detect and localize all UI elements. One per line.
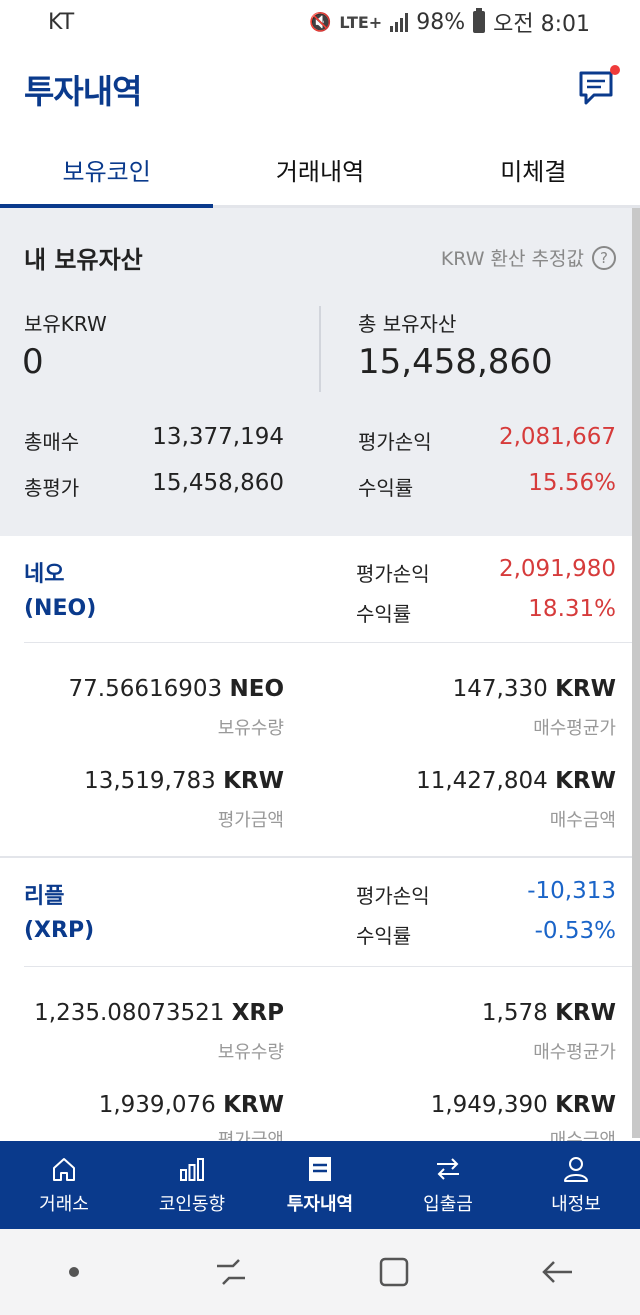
app-header: 투자내역 [0,44,640,134]
mute-icon: 🔇 [308,11,332,33]
coin-rate-value: -0.53% [534,918,616,944]
total-eval-label: 총평가 [24,476,80,500]
nav-label: 내정보 [551,1194,601,1215]
list-icon [309,1157,331,1181]
battery-percent: 98% [416,9,466,35]
bar-chart-icon [180,1158,204,1181]
transfer-icon [437,1158,459,1180]
asset-summary: 내 보유자산 KRW 환산 추정값 ? 보유KRW 0 총 보유자산 15,45… [0,208,632,536]
scrollbar[interactable] [632,208,640,1138]
help-icon[interactable]: ? [592,245,616,270]
back-icon[interactable] [540,1256,576,1288]
coin-name: 네오 (NEO) [24,558,96,626]
coin-card-neo[interactable]: 네오 (NEO) 평가손익 2,091,980 수익률 18.31% 77.56… [0,536,632,858]
status-indicators: 🔇 LTE+ 98% 오전 8:01 [309,6,590,38]
avg-buy-price: 147,330 KRW [452,676,616,702]
coin-pl-value: -10,313 [527,878,616,904]
avg-buy-price-label: 매수평균가 [533,1042,616,1063]
battery-icon [473,8,486,33]
avg-buy-price-label: 매수평균가 [533,718,616,739]
coin-rate-label: 수익률 [356,602,412,626]
nav-label: 거래소 [39,1194,89,1215]
nav-label: 투자내역 [286,1194,354,1215]
user-icon [564,1157,588,1182]
tab-holdings[interactable]: 보유코인 [0,134,214,208]
estimate-label: KRW 환산 추정값 [440,248,584,270]
coin-name: 리플 (XRP) [24,880,94,948]
krw-label: 보유KRW [24,312,107,336]
eval-amount: 1,939,076 KRW [98,1092,284,1118]
total-rate-value: 15.56% [528,470,616,496]
coin-rate-label: 수익률 [356,924,412,948]
buy-amount-label: 매수금액 [549,810,616,831]
estimate-info[interactable]: KRW 환산 추정값 ? [441,244,616,271]
message-button[interactable] [578,65,620,109]
total-asset-label: 총 보유자산 [358,312,457,336]
signal-icon [390,12,409,32]
coin-pl-label: 평가손익 [356,562,430,586]
nav-exchange[interactable]: 거래소 [0,1141,128,1229]
eval-amount-label: 평가금액 [217,1130,284,1141]
holding-qty-label: 보유수량 [217,718,284,739]
nav-coin-trends[interactable]: 코인동향 [128,1141,256,1229]
eval-amount: 13,519,783 KRW [84,768,284,794]
coin-korean-name: 리플 [24,884,65,909]
total-buy-value: 13,377,194 [152,424,284,450]
home-icon [53,1158,75,1181]
tab-history[interactable]: 거래내역 [213,134,426,205]
coin-divider [24,966,632,967]
holding-qty-label: 보유수량 [217,1042,284,1063]
recent-apps-icon[interactable] [213,1256,249,1288]
nav-investment-history[interactable]: 투자내역 [256,1141,384,1229]
status-bar: KT 🔇 LTE+ 98% 오전 8:01 [0,0,640,44]
nav-label: 입출금 [423,1194,473,1215]
coin-pl-value: 2,091,980 [498,556,616,582]
coin-pl-label: 평가손익 [356,884,430,908]
tab-bar: 보유코인 거래내역 미체결 [0,134,640,208]
nav-my-info[interactable]: 내정보 [512,1141,640,1229]
total-buy-label: 총매수 [24,430,80,454]
coin-divider [24,642,632,643]
page-title: 투자내역 [24,72,142,111]
dot-icon[interactable] [64,1262,84,1282]
tab-pending[interactable]: 미체결 [427,134,640,205]
summary-divider [319,306,321,392]
coin-card-xrp[interactable]: 리플 (XRP) 평가손익 -10,313 수익률 -0.53% 1,235.0… [0,858,632,1141]
buy-amount-label: 매수금액 [549,1130,616,1141]
carrier-label: KT [48,9,75,35]
coin-rate-value: 18.31% [528,596,616,622]
buy-amount: 1,949,390 KRW [430,1092,616,1118]
network-label: LTE+ [339,12,383,32]
buy-amount: 11,427,804 KRW [416,768,616,794]
avg-buy-price: 1,578 KRW [481,1000,616,1026]
total-eval-value: 15,458,860 [152,470,284,496]
system-nav-bar [0,1229,640,1315]
holding-qty: 77.56616903 NEO [68,676,284,702]
total-rate-label: 수익률 [358,476,414,500]
chat-icon [579,71,613,105]
coin-korean-name: 네오 [24,562,65,587]
total-pl-label: 평가손익 [358,430,432,454]
clock: 오전 8:01 [493,12,590,37]
total-pl-value: 2,081,667 [498,424,616,450]
total-asset-value: 15,458,860 [358,342,553,382]
coin-symbol: (NEO) [24,596,97,621]
holding-qty: 1,235.08073521 XRP [34,1000,284,1026]
summary-title: 내 보유자산 [24,246,143,274]
eval-amount-label: 평가금액 [217,810,284,831]
nav-label: 코인동향 [158,1194,226,1215]
nav-deposit-withdraw[interactable]: 입출금 [384,1141,512,1229]
coin-symbol: (XRP) [24,918,95,943]
notification-dot [610,65,620,75]
bottom-nav: 거래소 코인동향 투자내역 입출금 내정보 [0,1141,640,1229]
home-button-icon[interactable] [377,1255,411,1289]
krw-value: 0 [22,342,44,382]
